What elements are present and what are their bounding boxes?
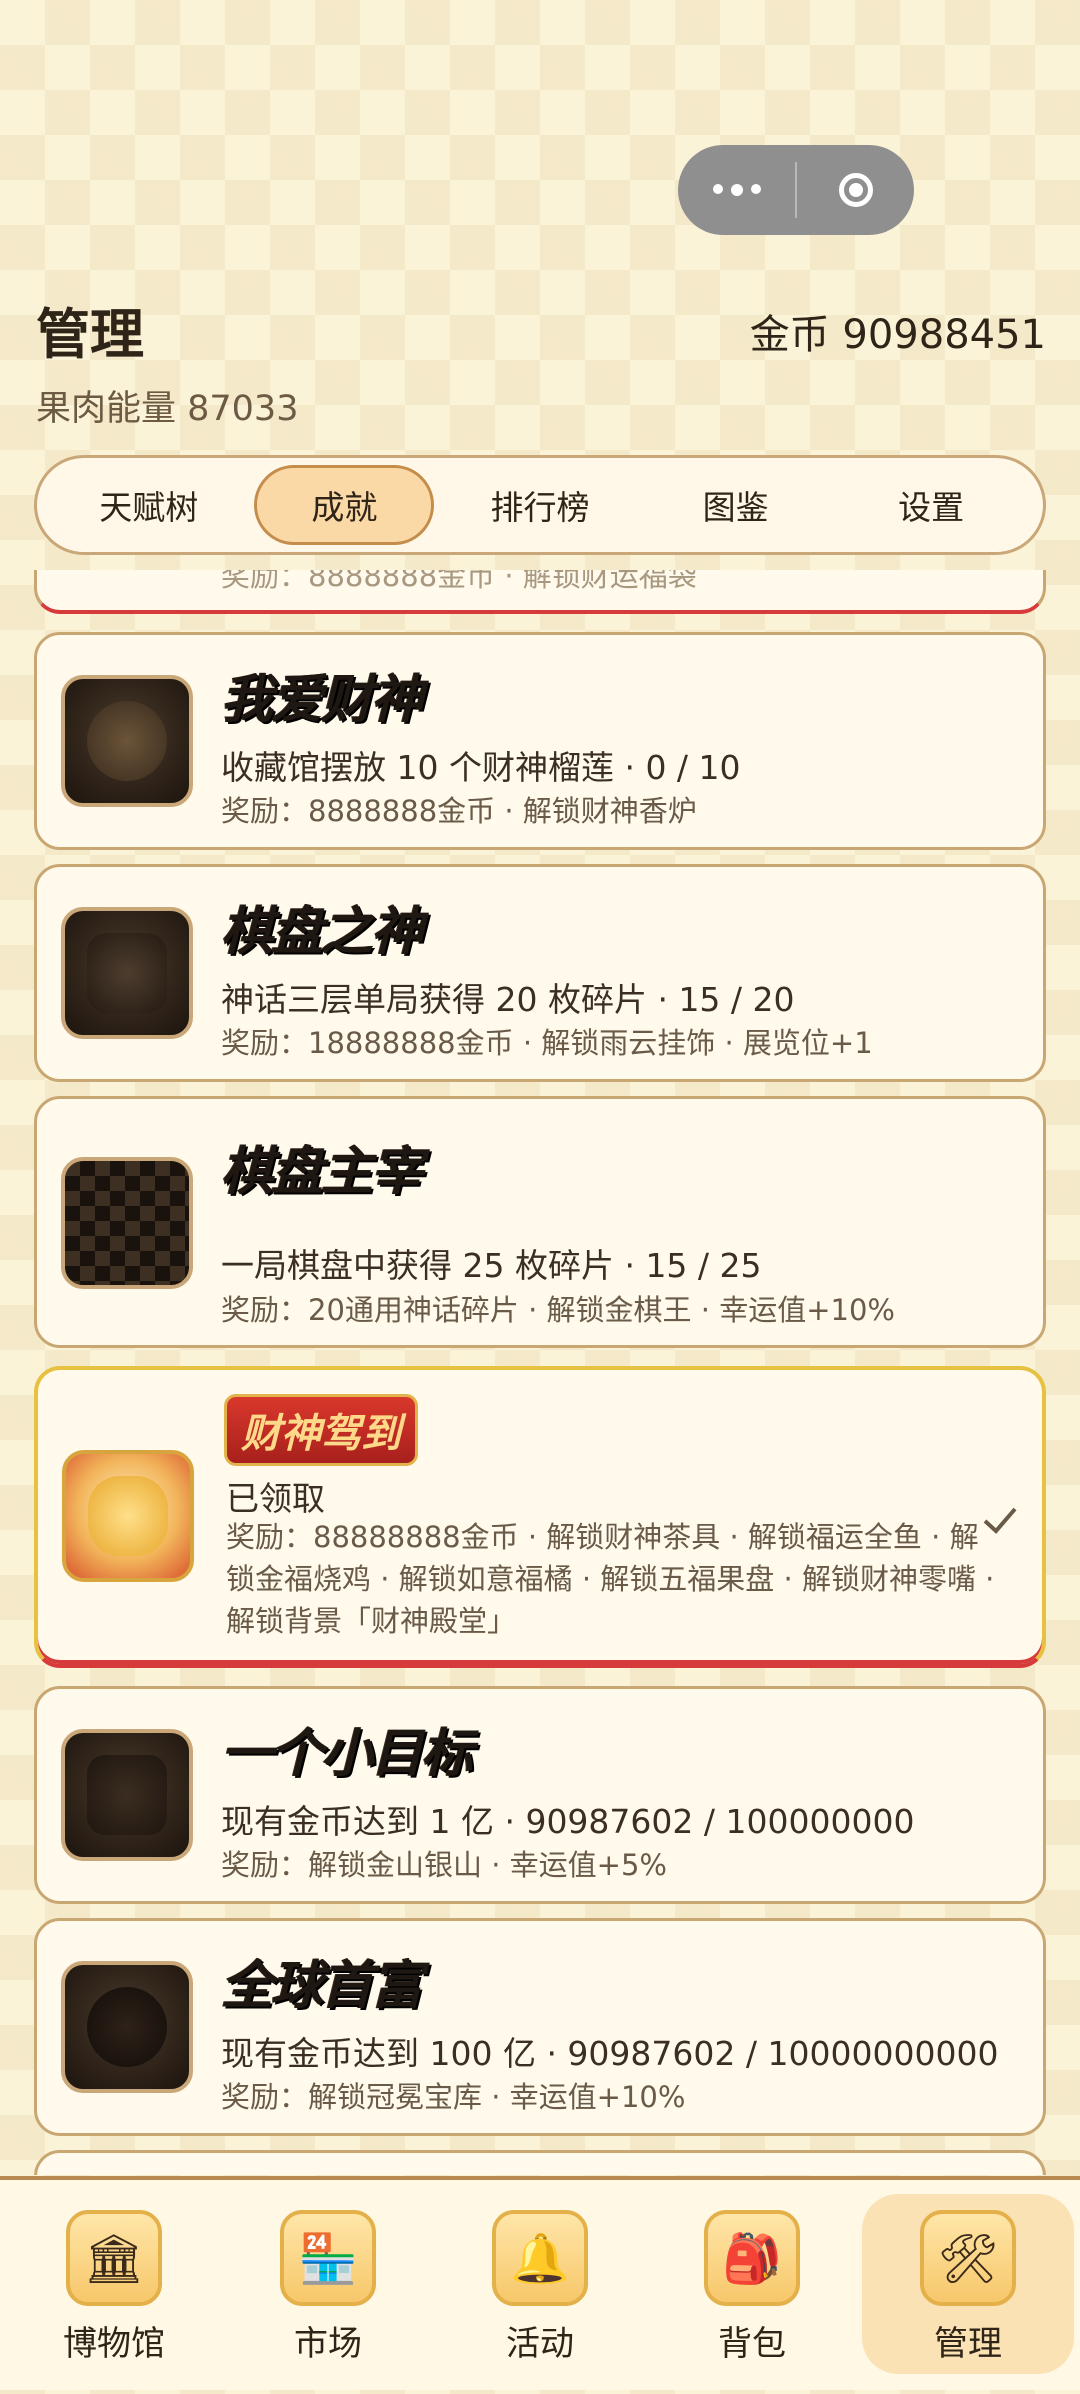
nav-label: 市场	[294, 2324, 362, 2364]
achievement-card: 我爱财神 收藏馆摆放 10 个财神榴莲 · 0 / 10 奖励：8888888金…	[34, 632, 1046, 850]
more-dots-icon	[712, 184, 761, 196]
achievement-description: 一局棋盘中获得 25 枚碎片 · 15 / 25	[221, 1246, 762, 1285]
achievement-reward: 奖励：解锁冠冕宝库 · 幸运值+10%	[221, 2080, 686, 2114]
nav-label: 活动	[506, 2324, 574, 2364]
coin-stack-icon	[61, 1729, 193, 1861]
achievement-title: 一个小目标	[221, 1723, 473, 1784]
achievement-card-partial	[34, 2150, 1046, 2175]
achievement-reward: 奖励：20通用神话碎片 · 解锁金棋王 · 幸运值+10%	[221, 1293, 895, 1327]
achievement-card: 棋盘之神 神话三层单局获得 20 枚碎片 · 15 / 20 奖励：188888…	[34, 864, 1046, 1082]
achievement-reward: 奖励：解锁金山银山 · 幸运值+5%	[221, 1848, 667, 1882]
achievement-title: 棋盘之神	[221, 901, 423, 962]
checkmark-icon	[983, 1507, 1017, 1534]
tab-settings[interactable]: 设置	[841, 465, 1021, 545]
tab-achievements[interactable]: 成就	[254, 465, 435, 545]
market-stall-icon: 🏪	[280, 2210, 376, 2306]
treasure-vault-icon	[61, 1961, 193, 2093]
achievement-reward: 奖励：8888888金币 · 解锁财神香炉	[221, 794, 697, 828]
tab-leaderboard[interactable]: 排行榜	[450, 465, 630, 545]
nav-events[interactable]: 🔔 活动	[434, 2180, 646, 2394]
nav-label: 背包	[718, 2324, 786, 2364]
tab-collection[interactable]: 图鉴	[646, 465, 826, 545]
record-circle-icon	[838, 173, 873, 207]
achievement-title: 我爱财神	[221, 669, 423, 730]
checkerboard-icon	[61, 1157, 193, 1289]
nav-museum[interactable]: 🏛 博物馆	[8, 2180, 220, 2394]
achievement-description: 神话三层单局获得 20 枚碎片 · 15 / 20	[221, 980, 795, 1019]
page-title: 管理	[36, 303, 144, 366]
backpack-icon: 🎒	[704, 2210, 800, 2306]
achievement-list[interactable]: 奖励：8888888金币 · 解锁财运福袋 我爱财神 收藏馆摆放 10 个财神榴…	[0, 570, 1080, 2175]
tab-talent-tree[interactable]: 天赋树	[59, 465, 239, 545]
more-button[interactable]	[678, 145, 795, 235]
achievement-description: 现有金币达到 100 亿 · 90987602 / 10000000000	[221, 2034, 999, 2073]
energy-balance: 果肉能量 87033	[36, 389, 299, 429]
tab-bar: 天赋树 成就 排行榜 图鉴 设置	[34, 455, 1046, 555]
chess-king-icon	[61, 907, 193, 1039]
fortune-god-ingot-icon	[61, 675, 193, 807]
gold-ingot-icon	[62, 1450, 194, 1582]
museum-icon: 🏛	[66, 2210, 162, 2306]
bottom-navigation: 🏛 博物馆 🏪 市场 🔔 活动 🎒 背包 🛠 管理	[0, 2176, 1080, 2390]
achievement-title: 棋盘主宰	[221, 1141, 423, 1202]
achievement-card-claimed: 财神驾到 已领取 奖励：88888888金币 · 解锁财神茶具 · 解锁福运全鱼…	[34, 1366, 1046, 1668]
achievement-status: 已领取	[226, 1479, 325, 1518]
achievement-card-partial: 奖励：8888888金币 · 解锁财运福袋	[34, 570, 1046, 614]
settings-tools-icon: 🛠	[920, 2210, 1016, 2306]
coin-balance: 金币 90988451	[749, 312, 1046, 358]
achievement-reward: 奖励：88888888金币 · 解锁财神茶具 · 解锁福运全鱼 · 解锁金福烧鸡…	[226, 1520, 995, 1638]
nav-label: 管理	[934, 2324, 1002, 2364]
nav-manage[interactable]: 🛠 管理	[862, 2194, 1074, 2374]
miniprogram-capsule	[678, 145, 914, 235]
achievement-card: 全球首富 现有金币达到 100 亿 · 90987602 / 100000000…	[34, 1918, 1046, 2136]
nav-backpack[interactable]: 🎒 背包	[646, 2180, 858, 2394]
achievement-reward: 奖励：18888888金币 · 解锁雨云挂饰 · 展览位+1	[221, 1026, 873, 1060]
achievement-card: 棋盘主宰 一局棋盘中获得 25 枚碎片 · 15 / 25 奖励：20通用神话碎…	[34, 1096, 1046, 1348]
achievement-card: 一个小目标 现有金币达到 1 亿 · 90987602 / 100000000 …	[34, 1686, 1046, 1904]
nav-market[interactable]: 🏪 市场	[222, 2180, 434, 2394]
nav-label: 博物馆	[63, 2324, 165, 2364]
achievement-description: 现有金币达到 1 亿 · 90987602 / 100000000	[221, 1802, 915, 1841]
event-bell-icon: 🔔	[492, 2210, 588, 2306]
achievement-reward: 奖励：8888888金币 · 解锁财运福袋	[221, 570, 697, 593]
close-miniprogram-button[interactable]	[797, 145, 914, 235]
achievement-title: 财神驾到	[224, 1394, 418, 1466]
achievement-title: 全球首富	[221, 1955, 423, 2016]
achievement-description: 收藏馆摆放 10 个财神榴莲 · 0 / 10	[221, 748, 741, 787]
